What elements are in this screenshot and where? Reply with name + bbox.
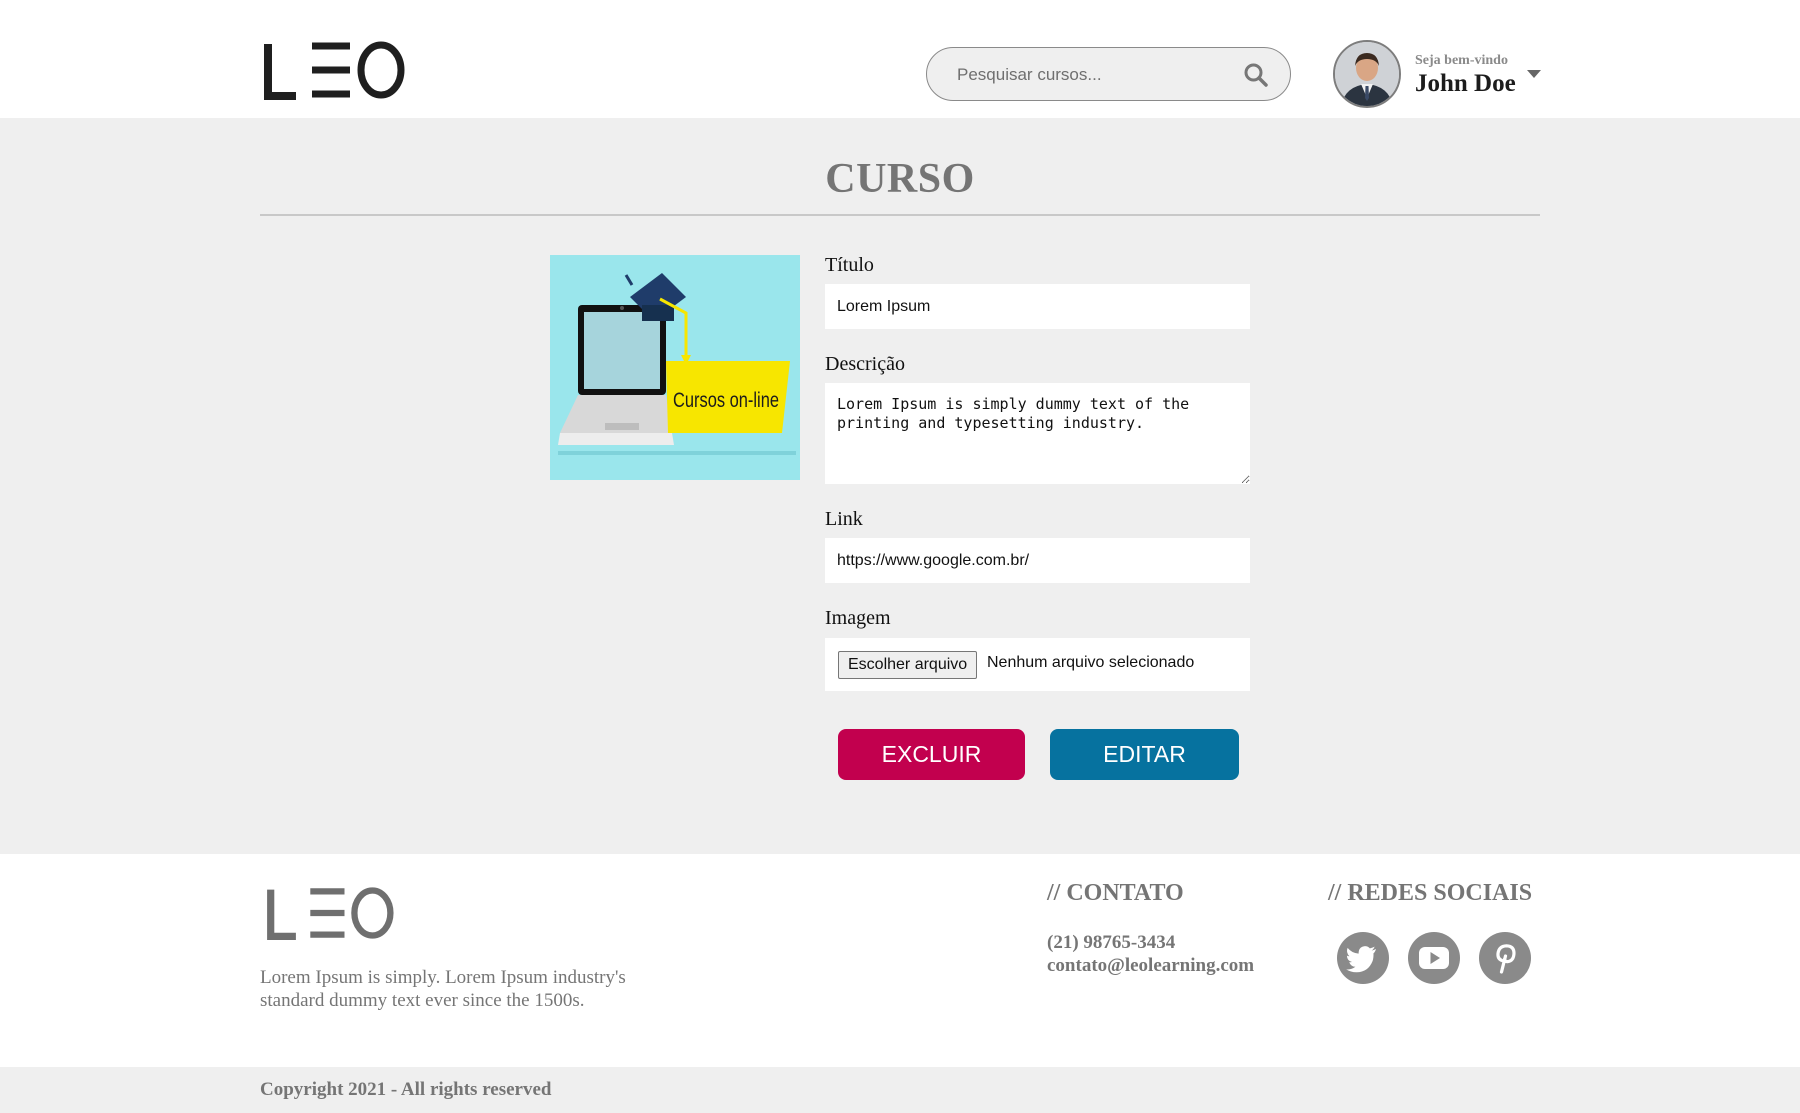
social-heading: // REDES SOCIAIS <box>1328 880 1533 906</box>
title-divider <box>260 214 1540 216</box>
user-menu[interactable]: Seja bem-vindo John Doe <box>1333 40 1543 110</box>
banner-text: Cursos on-line <box>673 389 779 412</box>
main-content: CURSO Cursos on-line Título Descrição Lo… <box>0 118 1800 854</box>
contact-email[interactable]: contato@leolearning.com <box>1047 955 1254 977</box>
footer-leo-logo[interactable] <box>266 886 396 940</box>
youtube-icon[interactable] <box>1408 932 1460 984</box>
contact-heading: // CONTATO <box>1047 880 1184 906</box>
welcome-text: Seja bem-vindo <box>1415 53 1508 68</box>
description-label: Descrição <box>825 353 905 375</box>
search-box <box>926 47 1291 101</box>
edit-button[interactable]: EDITAR <box>1050 729 1239 780</box>
image-label: Imagem <box>825 607 891 629</box>
link-field[interactable] <box>825 538 1250 583</box>
choose-file-button[interactable]: Escolher arquivo <box>838 651 978 679</box>
title-label: Título <box>825 254 874 276</box>
file-status: Nenhum arquivo selecionado <box>987 654 1195 671</box>
pinterest-icon[interactable] <box>1479 932 1531 984</box>
footer: Lorem Ipsum is simply. Lorem Ipsum indus… <box>0 854 1800 1067</box>
image-file-field: Escolher arquivo Nenhum arquivo selecion… <box>825 638 1250 691</box>
avatar <box>1333 40 1401 108</box>
page-title: CURSO <box>825 156 975 202</box>
leo-logo[interactable] <box>264 40 406 100</box>
delete-button[interactable]: EXCLUIR <box>838 729 1025 780</box>
twitter-icon[interactable] <box>1337 932 1389 984</box>
footer-description: Lorem Ipsum is simply. Lorem Ipsum indus… <box>260 967 626 1011</box>
copyright-text: Copyright 2021 - All rights reserved <box>260 1079 552 1100</box>
search-input[interactable] <box>957 61 1237 89</box>
user-name: John Doe <box>1415 70 1516 97</box>
search-icon[interactable] <box>1243 62 1269 88</box>
course-image: Cursos on-line <box>550 255 800 480</box>
contact-phone: (21) 98765-3434 <box>1047 932 1176 953</box>
header: Seja bem-vindo John Doe <box>0 0 1800 118</box>
copyright-bar: Copyright 2021 - All rights reserved <box>0 1067 1800 1113</box>
title-field[interactable] <box>825 284 1250 329</box>
link-label: Link <box>825 508 863 530</box>
chevron-down-icon[interactable] <box>1527 70 1541 78</box>
description-field[interactable]: Lorem Ipsum is simply dummy text of the … <box>825 383 1250 484</box>
